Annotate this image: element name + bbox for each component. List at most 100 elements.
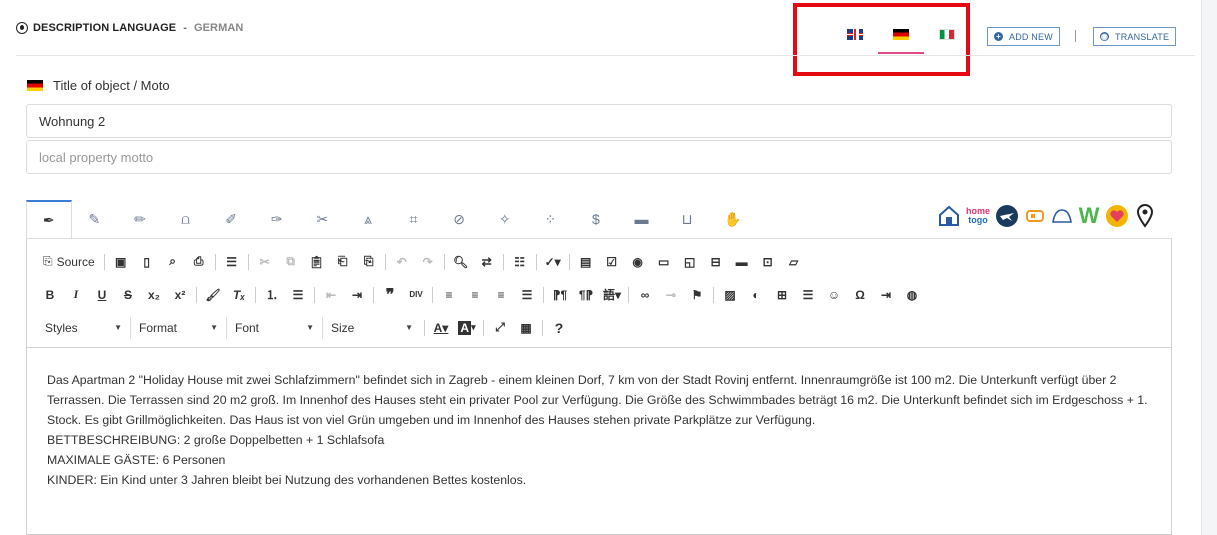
radio-button[interactable]: ◉ (625, 251, 651, 273)
title-input[interactable] (26, 104, 1172, 138)
superscript-button[interactable]: x² (167, 284, 193, 306)
remove-format-button[interactable]: Tₓ (226, 284, 252, 306)
chevron-down-icon: ▼ (114, 323, 122, 332)
flash-button[interactable]: ◐ (743, 284, 769, 306)
tab-crossed-pen[interactable]: ⊘ (436, 200, 482, 238)
numbered-list-button[interactable]: ⒈ (259, 284, 285, 306)
outdent-button[interactable]: ⇤ (318, 284, 344, 306)
heart-portal-icon[interactable] (1105, 203, 1129, 229)
tab-brush[interactable]: ✎ (72, 200, 118, 238)
rtl-button[interactable]: ¶⁋ (573, 284, 599, 306)
airplane-portal-icon[interactable] (995, 203, 1019, 229)
unlink-button[interactable]: ⊸ (658, 284, 684, 306)
ltr-button[interactable]: ⁋¶ (547, 284, 573, 306)
toolbar-separator (424, 319, 425, 336)
copy-button[interactable]: ⧉ (278, 251, 304, 273)
translate-button[interactable]: ◉ TRANSLATE (1093, 27, 1177, 46)
blockquote-button[interactable]: ❞ (377, 284, 403, 306)
print-button[interactable]: ⎙ (186, 251, 212, 273)
language-button[interactable]: 語▾ (599, 284, 625, 306)
tab-pencil-alt[interactable]: ✐ (208, 200, 254, 238)
div-button[interactable]: DIV (403, 284, 429, 306)
iframe-button[interactable]: ◍ (899, 284, 925, 306)
maximize-button[interactable]: ⤢ (487, 317, 513, 339)
tab-bed[interactable]: ▬ (619, 200, 665, 238)
tab-network[interactable]: ⁘ (528, 200, 574, 238)
paste-button[interactable]: 📋︎ (304, 251, 330, 273)
show-blocks-button[interactable]: ▦ (513, 317, 539, 339)
justify-button[interactable]: ☰ (514, 284, 540, 306)
styles-dropdown[interactable]: Styles ▼ (37, 316, 131, 339)
about-button[interactable]: ? (546, 317, 572, 339)
horizontal-rule-button[interactable]: ☰ (795, 284, 821, 306)
tab-hand[interactable]: ✋ (710, 200, 756, 238)
dollar-icon: $ (592, 211, 600, 227)
tab-bath[interactable]: ⊔ (664, 200, 710, 238)
table-button[interactable]: ⊞ (769, 284, 795, 306)
font-dropdown[interactable]: Font ▼ (227, 316, 323, 339)
indent-button[interactable]: ⇥ (344, 284, 370, 306)
motto-input[interactable] (26, 140, 1172, 174)
link-button[interactable]: ∞ (632, 284, 658, 306)
map-pin-icon[interactable] (1134, 203, 1156, 229)
bold-button[interactable]: B (37, 284, 63, 306)
paste-text-button[interactable]: ⎗ (330, 251, 356, 273)
tab-pen-nib[interactable]: ✒ (26, 200, 72, 239)
special-char-button[interactable]: Ω (847, 284, 873, 306)
strike-button[interactable]: S (115, 284, 141, 306)
hometogo-icon[interactable]: home togo (966, 203, 990, 229)
tab-pencil[interactable]: ✏ (117, 200, 163, 238)
align-left-button[interactable]: ≡ (436, 284, 462, 306)
textarea-button[interactable]: ◱ (677, 251, 703, 273)
replace-button[interactable]: ⇄ (474, 251, 500, 273)
anchor-button[interactable]: ⚑ (684, 284, 710, 306)
text-color-button[interactable]: A▾ (428, 317, 454, 339)
cut-button[interactable]: ✂ (252, 251, 278, 273)
source-button[interactable]: ⎘ Source (37, 251, 101, 273)
find-button[interactable]: 🔍︎ (448, 251, 474, 273)
tab-tools[interactable]: ✂ (300, 200, 346, 238)
spellcheck-button[interactable]: ✓▾ (540, 251, 566, 273)
underline-button[interactable]: U (89, 284, 115, 306)
new-page-button[interactable]: ▯ (134, 251, 160, 273)
paste-word-button[interactable]: ⎘ (356, 251, 382, 273)
smiley-button[interactable]: ☺ (821, 284, 847, 306)
tab-magic[interactable]: ✧ (482, 200, 528, 238)
size-dropdown[interactable]: Size ▼ (323, 317, 421, 339)
tab-heel[interactable]: ⩍ (163, 200, 209, 238)
form-button[interactable]: ▤ (573, 251, 599, 273)
save-button[interactable]: ▣ (108, 251, 134, 273)
wave-portal-icon[interactable] (1051, 203, 1073, 229)
home-portal-icon[interactable] (937, 203, 961, 229)
bg-color-button[interactable]: A ▾ (454, 317, 480, 339)
format-dropdown[interactable]: Format ▼ (131, 316, 227, 339)
subscript-button[interactable]: x₂ (141, 284, 167, 306)
imagebutton-button[interactable]: ⊡ (755, 251, 781, 273)
tab-marker[interactable]: ✑ (254, 200, 300, 238)
italic-button[interactable]: I (63, 284, 89, 306)
align-right-button[interactable]: ≡ (488, 284, 514, 306)
align-center-button[interactable]: ≡ (462, 284, 488, 306)
textfield-button[interactable]: ▭ (651, 251, 677, 273)
bulleted-list-button[interactable]: ☰ (285, 284, 311, 306)
children-line: KINDER: Ein Kind unter 3 Jahren bleibt b… (47, 473, 527, 487)
w-portal-icon[interactable]: W (1078, 203, 1100, 229)
checkbox-button[interactable]: ☑ (599, 251, 625, 273)
tab-dollar[interactable]: $ (573, 200, 619, 238)
hiddenfield-button[interactable]: ▱ (781, 251, 807, 273)
select-all-button[interactable]: ☷ (507, 251, 533, 273)
page-break-button[interactable]: ⇥ (873, 284, 899, 306)
preview-button[interactable]: ⌕ (160, 251, 186, 273)
image-button[interactable]: ▨ (717, 284, 743, 306)
tab-compass[interactable]: ⩓ (345, 200, 391, 238)
tag-portal-icon[interactable] (1024, 203, 1046, 229)
button-button[interactable]: ▬ (729, 251, 755, 273)
undo-button[interactable]: ↶ (389, 251, 415, 273)
select-button[interactable]: ⊟ (703, 251, 729, 273)
templates-button[interactable]: ☰ (219, 251, 245, 273)
copy-format-button[interactable]: 🖌︎ (200, 284, 226, 306)
editor-content[interactable]: Das Apartman 2 "Holiday House mit zwei S… (27, 348, 1171, 512)
add-new-button[interactable]: + ADD NEW (987, 27, 1060, 46)
redo-button[interactable]: ↷ (415, 251, 441, 273)
tab-crop[interactable]: ⌗ (391, 200, 437, 238)
